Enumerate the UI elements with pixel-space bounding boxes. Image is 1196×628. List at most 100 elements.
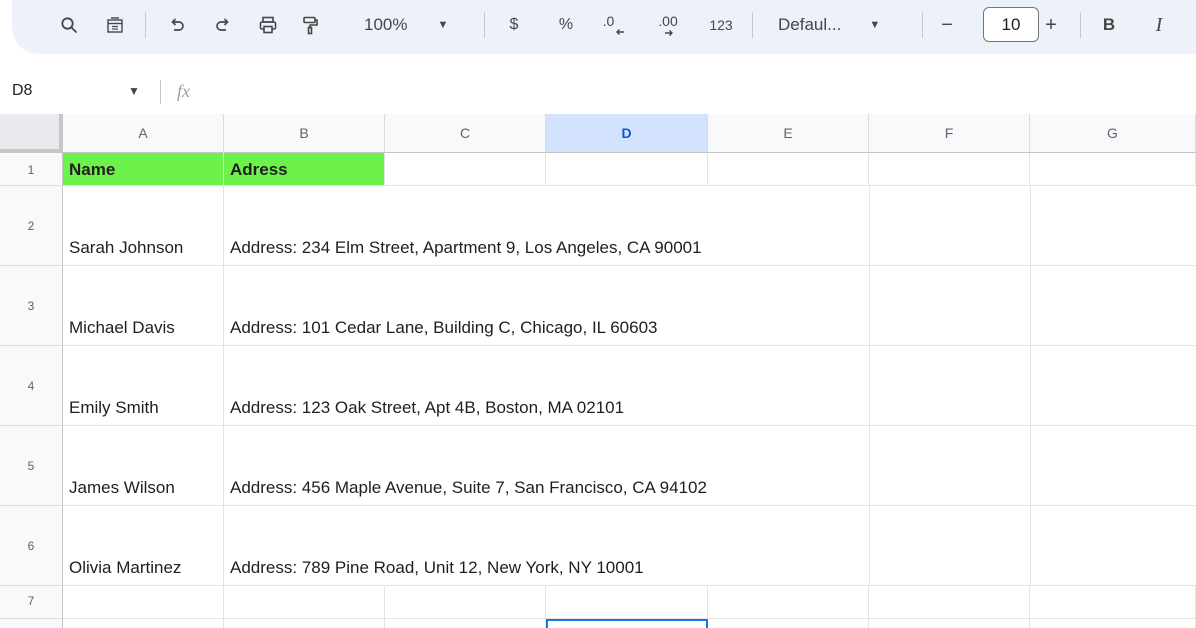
font-family-value: Defaul... xyxy=(778,15,842,34)
cell-a3[interactable]: Michael Davis xyxy=(63,266,224,346)
number-format-label: 123 xyxy=(709,17,733,33)
cell-e7[interactable] xyxy=(708,586,869,619)
print-button[interactable] xyxy=(252,8,284,42)
percent-label: % xyxy=(558,16,574,33)
gridline xyxy=(1030,186,1031,586)
toolbar-divider xyxy=(145,12,146,38)
selected-cell-outline xyxy=(546,619,708,628)
row-header-7[interactable]: 7 xyxy=(0,586,63,619)
zoom-value: 100% xyxy=(364,15,408,34)
number-format-button[interactable]: 123 xyxy=(702,8,740,42)
cell-g1[interactable] xyxy=(1030,153,1196,186)
column-header-c[interactable]: C xyxy=(385,114,546,153)
cell-b6[interactable]: Address: 789 Pine Road, Unit 12, New Yor… xyxy=(224,506,1196,586)
name-box[interactable]: D8 xyxy=(12,82,32,100)
cell-a7[interactable] xyxy=(63,586,224,619)
cell-b5[interactable]: Address: 456 Maple Avenue, Suite 7, San … xyxy=(224,426,1196,506)
cell-b3[interactable]: Address: 101 Cedar Lane, Building C, Chi… xyxy=(224,266,1196,346)
toolbar-divider xyxy=(484,12,485,38)
cell-f8[interactable] xyxy=(869,619,1030,628)
row-header-2[interactable]: 2 xyxy=(0,186,63,266)
column-header-a[interactable]: A xyxy=(63,114,224,153)
function-icon: fx xyxy=(177,81,190,101)
cell-a4[interactable]: Emily Smith xyxy=(63,346,224,426)
bold-button[interactable]: B xyxy=(1094,8,1124,42)
cell-c7[interactable] xyxy=(385,586,546,619)
toolbar-divider xyxy=(922,12,923,38)
cell-d7[interactable] xyxy=(546,586,708,619)
cell-a1[interactable]: Name xyxy=(63,153,224,186)
spreadsheet-grid: A B C D E F G 1 2 3 4 5 6 7 Name Adress … xyxy=(0,114,1196,628)
cell-a6[interactable]: Olivia Martinez xyxy=(63,506,224,586)
column-header-f[interactable]: F xyxy=(869,114,1030,153)
chevron-down-icon: ▼ xyxy=(437,19,449,31)
cell-e8[interactable] xyxy=(708,619,869,628)
column-header-d[interactable]: D xyxy=(546,114,708,153)
cell-e1[interactable] xyxy=(708,153,869,186)
italic-label: I xyxy=(1155,13,1163,36)
toolbar-divider xyxy=(1080,12,1081,38)
row-header-4[interactable]: 4 xyxy=(0,346,63,426)
zoom-select[interactable]: 100% ▼ xyxy=(364,8,482,42)
cell-b7[interactable] xyxy=(224,586,385,619)
cell-a2[interactable]: Sarah Johnson xyxy=(63,186,224,266)
cell-a5[interactable]: James Wilson xyxy=(63,426,224,506)
decrease-decimal-label: .0 xyxy=(602,13,615,29)
cell-c8[interactable] xyxy=(385,619,546,628)
paint-roller-icon xyxy=(303,16,318,35)
cell-d1[interactable] xyxy=(546,153,708,186)
calendar-table-icon xyxy=(107,17,123,33)
increase-font-size-button[interactable]: + xyxy=(1036,8,1066,42)
cell-b4[interactable]: Address: 123 Oak Street, Apt 4B, Boston,… xyxy=(224,346,1196,426)
italic-button[interactable]: I xyxy=(1144,8,1174,42)
gridline xyxy=(869,186,870,586)
row-header-1[interactable]: 1 xyxy=(0,153,63,186)
redo-button[interactable] xyxy=(208,8,238,42)
font-family-select[interactable]: Defaul... ▼ xyxy=(778,8,920,42)
print-icon xyxy=(259,16,277,34)
undo-button[interactable] xyxy=(162,8,192,42)
search-icon xyxy=(61,17,77,33)
cell-g7[interactable] xyxy=(1030,586,1196,619)
bold-label: B xyxy=(1102,15,1116,34)
decrease-font-size-button[interactable]: − xyxy=(932,8,962,42)
cell-f1[interactable] xyxy=(869,153,1030,186)
row-header-5[interactable]: 5 xyxy=(0,426,63,506)
currency-label: $ xyxy=(509,16,519,33)
cell-b2[interactable]: Address: 234 Elm Street, Apartment 9, Lo… xyxy=(224,186,1196,266)
cell-c1[interactable] xyxy=(385,153,546,186)
cell-a8[interactable] xyxy=(63,619,224,628)
font-size-input[interactable]: 10 xyxy=(983,7,1039,42)
arrow-left-icon xyxy=(616,29,625,35)
font-size-value: 10 xyxy=(1001,14,1021,34)
toolbar: 100% ▼ $ % .0 .00 123 Defaul... ▼ − 10 +… xyxy=(12,0,1196,54)
column-header-e[interactable]: E xyxy=(708,114,869,153)
search-menus-button[interactable] xyxy=(54,8,84,42)
redo-icon xyxy=(216,18,229,31)
increase-decimal-button[interactable]: .00 xyxy=(646,8,686,42)
select-all-corner[interactable] xyxy=(0,114,63,153)
minus-label: − xyxy=(941,13,953,36)
cell-b8[interactable] xyxy=(224,619,385,628)
percent-format-button[interactable]: % xyxy=(552,8,580,42)
chevron-down-icon: ▼ xyxy=(869,19,881,31)
formula-bar: D8 ▼ fx xyxy=(0,70,1196,114)
row-header-6[interactable]: 6 xyxy=(0,506,63,586)
cell-b1[interactable]: Adress xyxy=(224,153,385,186)
arrow-right-icon xyxy=(664,30,673,36)
currency-format-button[interactable]: $ xyxy=(500,8,528,42)
increase-decimal-label: .00 xyxy=(658,13,678,29)
column-header-g[interactable]: G xyxy=(1030,114,1196,153)
toolbar-divider xyxy=(752,12,753,38)
paint-format-button[interactable] xyxy=(294,8,326,42)
decrease-decimal-button[interactable]: .0 xyxy=(596,8,632,42)
chevron-down-icon[interactable]: ▼ xyxy=(128,84,140,98)
row-header-8[interactable] xyxy=(0,619,63,628)
undo-icon xyxy=(171,18,184,31)
toolbar-area: 100% ▼ $ % .0 .00 123 Defaul... ▼ − 10 +… xyxy=(0,0,1196,70)
column-header-b[interactable]: B xyxy=(224,114,385,153)
cell-f7[interactable] xyxy=(869,586,1030,619)
row-header-3[interactable]: 3 xyxy=(0,266,63,346)
cell-g8[interactable] xyxy=(1030,619,1196,628)
templates-button[interactable] xyxy=(100,8,130,42)
